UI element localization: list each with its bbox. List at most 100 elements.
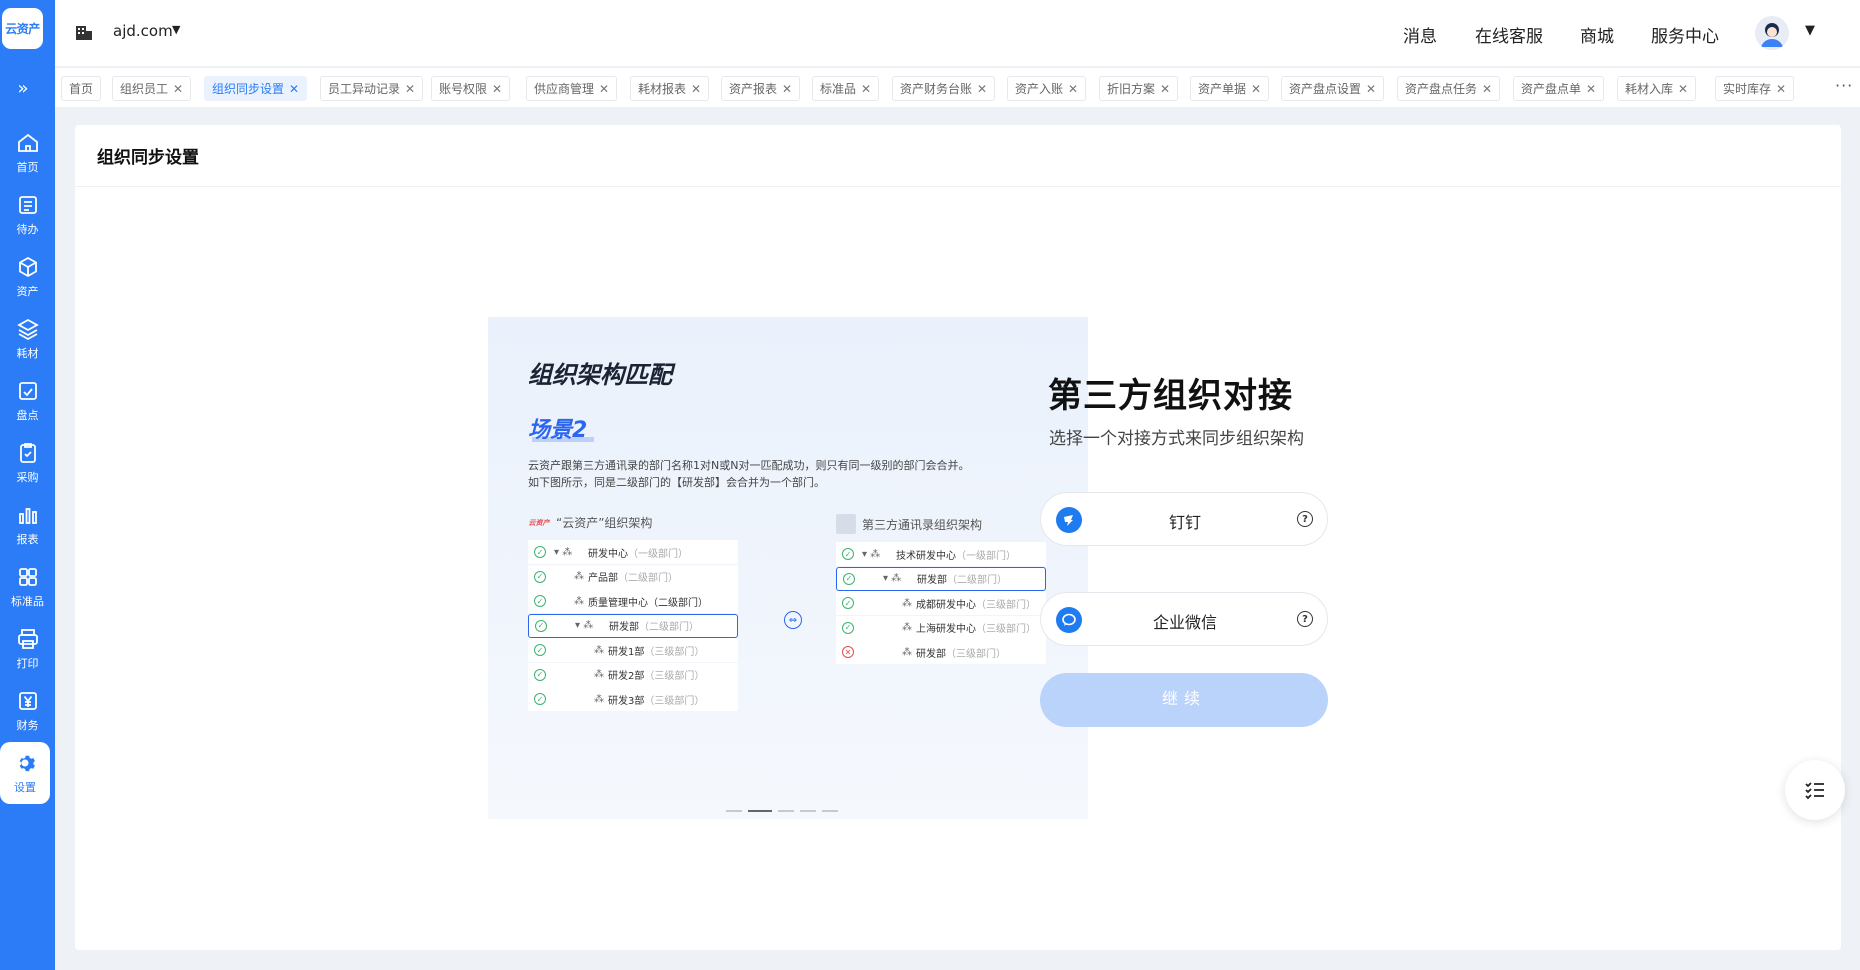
sidebar-item-label: 采购 [16, 471, 39, 484]
error-x-icon: ✕ [842, 646, 854, 658]
tab-org-employees[interactable]: 组织员工 ✕ [112, 76, 192, 101]
dept-level: （二级部门） [639, 622, 699, 633]
close-icon[interactable]: ✕ [782, 82, 792, 96]
tab-label: 组织同步设置 [212, 82, 285, 96]
option-label: 钉钉 [1168, 513, 1201, 532]
tab-label: 首页 [69, 82, 94, 96]
sidebar-item-standard[interactable]: 标准品 [0, 556, 55, 618]
close-icon[interactable]: ✕ [1160, 82, 1170, 96]
close-icon[interactable]: ✕ [977, 82, 987, 96]
online-support-link[interactable]: 在线客服 [1475, 22, 1543, 47]
tab-label: 耗材报表 [638, 82, 687, 96]
caret-down-icon[interactable]: ▼ [172, 23, 180, 36]
dept-name: 研发中心 [588, 548, 628, 560]
dept-level: （一级部门） [628, 548, 688, 560]
close-icon[interactable]: ✕ [173, 82, 183, 96]
sidebar-item-inventory-check[interactable]: 盘点 [0, 370, 55, 432]
tab-employee-changes[interactable]: 员工异动记录 ✕ [320, 76, 424, 101]
carousel-dot[interactable] [778, 810, 794, 812]
tab-org-sync-settings[interactable]: 组织同步设置 ✕ [204, 76, 308, 101]
sidebar-item-label: 待办 [16, 223, 39, 236]
tab-inventory-sheets[interactable]: 资产盘点单 ✕ [1513, 76, 1605, 101]
illustration-scenario: 场景2 [528, 418, 588, 443]
close-icon[interactable]: ✕ [492, 82, 502, 96]
sidebar-item-label: 财务 [16, 719, 39, 732]
description-line: 如下图所示，同是二级部门的【研发部】会合并为一个部门。 [528, 476, 825, 489]
tree-row: ✓ ⁂ 研发2部（三级部门） [528, 662, 738, 687]
tab-label: 资产盘点设置 [1289, 82, 1362, 96]
tab-asset-ledger[interactable]: 资产财务台账 ✕ [892, 76, 996, 101]
check-icon: ✓ [534, 644, 546, 656]
close-icon[interactable]: ✕ [1776, 82, 1786, 96]
expand-sidebar-button[interactable]: » [0, 76, 46, 102]
tab-consumables-inbound[interactable]: 耗材入库 ✕ [1617, 76, 1697, 101]
tab-label: 资产财务台账 [900, 82, 973, 96]
contacts-book-icon [836, 514, 856, 534]
close-icon[interactable]: ✕ [1068, 82, 1078, 96]
close-icon[interactable]: ✕ [1366, 82, 1376, 96]
sidebar-item-assets[interactable]: 资产 [0, 246, 55, 308]
close-icon[interactable]: ✕ [289, 82, 299, 96]
domain-selector[interactable]: ajd.com [113, 22, 173, 40]
sidebar-item-reports[interactable]: 报表 [0, 494, 55, 556]
close-icon[interactable]: ✕ [405, 82, 415, 96]
close-icon[interactable]: ✕ [1678, 82, 1688, 96]
tab-supplier-management[interactable]: 供应商管理 ✕ [526, 76, 618, 101]
mall-link[interactable]: 商城 [1580, 22, 1614, 47]
option-wecom[interactable]: 企业微信 ? [1040, 592, 1328, 646]
sidebar-item-label: 资产 [16, 285, 39, 298]
sidebar-item-consumables[interactable]: 耗材 [0, 308, 55, 370]
tab-asset-documents[interactable]: 资产单据 ✕ [1190, 76, 1270, 101]
dept-name: 技术研发中心 [896, 550, 956, 562]
carousel-dot-active[interactable] [748, 810, 772, 812]
carousel-dot[interactable] [822, 810, 838, 812]
app-logo[interactable]: 云资产 [2, 8, 43, 49]
illustration-description: 云资产跟第三方通讯录的部门名称1对N或N对一匹配成功，则只有同一级别的部门会合并… [528, 457, 969, 491]
sidebar-item-print[interactable]: 打印 [0, 618, 55, 680]
carousel-dot[interactable] [800, 810, 816, 812]
carousel-dot[interactable] [726, 810, 742, 812]
service-center-link[interactable]: 服务中心 [1651, 22, 1719, 47]
dept-level: （三级部门） [946, 648, 1006, 660]
tab-realtime-stock[interactable]: 实时库存 ✕ [1715, 76, 1795, 101]
integration-title: 第三方组织对接 [1048, 376, 1293, 416]
tab-home[interactable]: 首页 [61, 76, 102, 101]
check-icon: ✓ [843, 572, 855, 585]
task-list-float-button[interactable] [1785, 760, 1845, 820]
option-dingtalk[interactable]: 钉钉 ? [1040, 492, 1328, 546]
grid-icon [18, 568, 37, 586]
tab-depreciation[interactable]: 折旧方案 ✕ [1099, 76, 1179, 101]
sidebar-item-purchase[interactable]: 采购 [0, 432, 55, 494]
tab-consumables-report[interactable]: 耗材报表 ✕ [630, 76, 710, 101]
sidebar-nav: 首页 待办 资产 耗材 盘点 采购 报表 标准品 打印 财务 设置 [0, 122, 55, 804]
close-icon[interactable]: ✕ [1251, 82, 1261, 96]
sidebar-item-finance[interactable]: 财务 [0, 680, 55, 742]
sidebar-item-home[interactable]: 首页 [0, 122, 55, 184]
messages-link[interactable]: 消息 [1403, 22, 1437, 47]
tab-account-permissions[interactable]: 账号权限 ✕ [431, 76, 511, 101]
card-header: 组织同步设置 [75, 125, 1841, 187]
close-icon[interactable]: ✕ [691, 82, 701, 96]
tab-assets-report[interactable]: 资产报表 ✕ [721, 76, 801, 101]
close-icon[interactable]: ✕ [1586, 82, 1596, 96]
close-icon[interactable]: ✕ [861, 82, 871, 96]
right-column-title: 第三方通讯录组织架构 [862, 517, 983, 532]
close-icon[interactable]: ✕ [599, 82, 609, 96]
more-tabs-icon[interactable]: ··· [1835, 76, 1853, 95]
close-icon[interactable]: ✕ [1482, 82, 1492, 96]
help-icon[interactable]: ? [1297, 611, 1313, 627]
tab-inventory-tasks[interactable]: 资产盘点任务 ✕ [1397, 76, 1501, 101]
continue-button[interactable]: 继续 [1040, 673, 1328, 727]
help-icon[interactable]: ? [1297, 511, 1313, 527]
layers-icon [16, 318, 39, 341]
account-caret-icon[interactable]: ▼ [1805, 23, 1815, 38]
building-icon [76, 26, 92, 40]
avatar[interactable] [1755, 16, 1789, 50]
left-org-tree: ✓ ▾ ⁂ 研发中心（一级部门） ✓ ⁂ 产品部（二级部门） ✓ ⁂ 质量管理中心（二级部门… [528, 540, 738, 712]
sidebar-item-settings[interactable]: 设置 [0, 742, 50, 804]
tab-standard-items[interactable]: 标准品 ✕ [812, 76, 880, 101]
sidebar-item-todo[interactable]: 待办 [0, 184, 55, 246]
tab-asset-posting[interactable]: 资产入账 ✕ [1007, 76, 1087, 101]
cube-icon [18, 256, 37, 278]
tab-inventory-settings[interactable]: 资产盘点设置 ✕ [1281, 76, 1385, 101]
